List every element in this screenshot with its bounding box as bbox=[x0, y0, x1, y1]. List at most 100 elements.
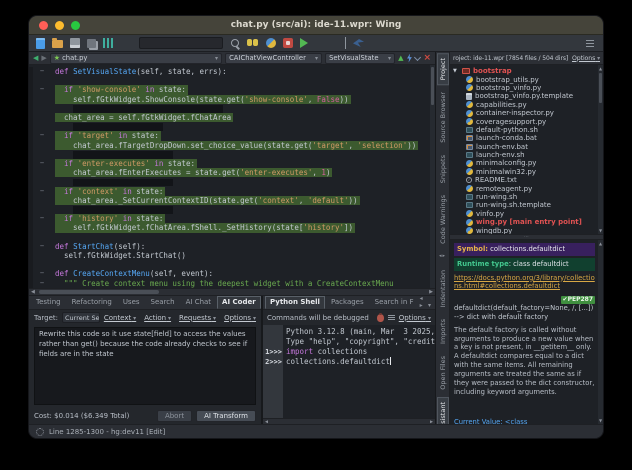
scrollbar-thumb[interactable] bbox=[599, 73, 602, 103]
tree-item[interactable]: coveragesupport.py bbox=[450, 117, 603, 125]
tab-ai-chat[interactable]: AI Chat bbox=[181, 296, 216, 309]
tab-refactoring[interactable]: Refactoring bbox=[67, 296, 117, 309]
vtab-indentation[interactable]: Indentation bbox=[437, 265, 449, 312]
scroll-right-icon[interactable]: ▶ bbox=[429, 289, 433, 295]
tree-vertical-scrollbar[interactable]: ▲ ▼ bbox=[598, 65, 603, 234]
scroll-right-icon[interactable]: ▶ bbox=[430, 417, 433, 425]
fold-marker-column[interactable]: − bbox=[29, 279, 55, 288]
tab-search[interactable]: Search bbox=[146, 296, 180, 309]
code-editor[interactable]: −def SetVisualState(self, state, errs):−… bbox=[29, 65, 435, 288]
tab-packages[interactable]: Packages bbox=[326, 296, 369, 309]
reject-changes-icon[interactable]: × bbox=[423, 54, 431, 63]
vtab-source-assistant[interactable]: Source Assistant bbox=[437, 397, 449, 424]
tree-item[interactable]: launch-env.sh bbox=[450, 151, 603, 159]
vtab-imports[interactable]: Imports bbox=[437, 314, 449, 349]
tree-item[interactable]: bootstrap_vinfo.py bbox=[450, 84, 603, 92]
fold-marker-column[interactable]: − bbox=[29, 159, 55, 168]
python-shell-console[interactable]: Python 3.12.8 (main, Mar 3 2025,Type "he… bbox=[263, 325, 435, 424]
vtab-open-files[interactable]: Open Files bbox=[437, 351, 449, 395]
back-icon[interactable]: ◀ bbox=[33, 55, 38, 62]
step-over-icon[interactable] bbox=[334, 37, 346, 49]
editor-horizontal-scrollbar[interactable]: ◀ ▶ bbox=[29, 288, 435, 295]
debug-run-icon[interactable] bbox=[315, 37, 327, 49]
tree-item[interactable]: bootstrap_vinfo.py.template bbox=[450, 92, 603, 100]
tree-item[interactable]: container-inspector.py bbox=[450, 109, 603, 117]
fold-marker-column[interactable]: − bbox=[29, 131, 55, 140]
fold-marker-column[interactable]: − bbox=[29, 269, 55, 278]
tab-ai-coder[interactable]: AI Coder bbox=[217, 296, 261, 309]
run-icon[interactable] bbox=[300, 38, 308, 48]
tree-item[interactable]: minimalconfig.py bbox=[450, 159, 603, 167]
debug-marker-icon[interactable] bbox=[406, 54, 412, 63]
tab-uses[interactable]: Uses bbox=[118, 296, 145, 309]
current-value-link[interactable]: Current Value: <class bbox=[454, 418, 527, 424]
bug-icon[interactable] bbox=[377, 314, 384, 322]
class-selector[interactable]: CAIChatViewController ▾ bbox=[225, 53, 322, 64]
open-file-selector[interactable]: ★ chat.py ▾ bbox=[50, 53, 222, 64]
title-bar[interactable]: chat.py (src/ai): ide-11.wpr: Wing bbox=[29, 16, 603, 35]
tab-testing[interactable]: Testing bbox=[31, 296, 66, 309]
scrollbar-thumb[interactable] bbox=[39, 290, 159, 294]
debug-stop-icon[interactable] bbox=[283, 38, 293, 48]
project-options-menu[interactable]: Options ▾ bbox=[572, 55, 600, 62]
tab-python-shell[interactable]: Python Shell bbox=[265, 296, 325, 309]
forward-icon[interactable]: ▶ bbox=[41, 55, 46, 62]
tree-item[interactable]: default-python.sh bbox=[450, 126, 603, 134]
chevron-down-icon[interactable] bbox=[414, 53, 421, 60]
tab-scroll-icons[interactable]: ◂ ▸ bbox=[420, 295, 425, 309]
fold-marker-column[interactable]: − bbox=[29, 214, 55, 223]
tree-item[interactable]: iREADME.txt bbox=[450, 176, 603, 184]
diff-icon[interactable] bbox=[103, 38, 113, 48]
tree-item[interactable]: wing.py [main entry point] bbox=[450, 218, 603, 226]
zoom-window-button[interactable] bbox=[71, 21, 80, 30]
ai-prompt-textarea[interactable]: Rewrite this code so it use state[field]… bbox=[34, 327, 256, 405]
assistant-vertical-scrollbar[interactable]: ▲ ▼ bbox=[598, 240, 603, 424]
save-copy-icon[interactable] bbox=[87, 39, 96, 48]
gear-icon[interactable] bbox=[36, 428, 44, 436]
shell-horizontal-scrollbar[interactable]: ◀ ▶ bbox=[263, 418, 435, 424]
menu-requests[interactable]: Requests ▾ bbox=[179, 314, 216, 322]
menu-action[interactable]: Action ▾ bbox=[144, 314, 171, 322]
menu-options[interactable]: Options ▾ bbox=[224, 314, 256, 322]
fold-marker-column[interactable]: − bbox=[29, 67, 55, 76]
tab-scroll-icons[interactable]: ◂▸ bbox=[439, 251, 446, 261]
tree-item[interactable]: launch-env.bat bbox=[450, 143, 603, 151]
tree-item[interactable]: ▼bootstrap bbox=[450, 67, 603, 75]
toolbar-search-input[interactable] bbox=[139, 37, 223, 49]
panel-menu-icon[interactable]: ▾ bbox=[426, 302, 433, 309]
tree-item[interactable]: launch-conda.bat bbox=[450, 134, 603, 142]
menu-context[interactable]: Context ▾ bbox=[104, 314, 136, 322]
search-icon[interactable] bbox=[230, 38, 240, 48]
tree-item[interactable]: remoteagent.py bbox=[450, 184, 603, 192]
editor-vertical-scrollbar[interactable] bbox=[430, 65, 435, 288]
shell-options-menu[interactable]: Options ▾ bbox=[399, 314, 431, 322]
expander-icon[interactable]: ▼ bbox=[453, 68, 460, 74]
new-file-icon[interactable] bbox=[36, 38, 45, 49]
tab-search-in-f[interactable]: Search in F bbox=[370, 296, 419, 309]
menu-icon[interactable] bbox=[584, 37, 596, 49]
tree-item[interactable]: vinfo.py bbox=[450, 210, 603, 218]
scroll-left-icon[interactable]: ◀ bbox=[31, 289, 35, 295]
close-window-button[interactable] bbox=[39, 21, 48, 30]
wing-logo-icon[interactable] bbox=[353, 39, 364, 47]
insert-lines-icon[interactable] bbox=[388, 315, 395, 320]
method-selector[interactable]: SetVisualState ▾ bbox=[325, 53, 395, 64]
minimize-window-button[interactable] bbox=[55, 21, 64, 30]
tree-item[interactable]: capabilities.py bbox=[450, 101, 603, 109]
save-icon[interactable] bbox=[70, 38, 80, 48]
scroll-up-icon[interactable]: ▲ bbox=[599, 241, 602, 246]
tree-item[interactable]: run-wing.sh bbox=[450, 193, 603, 201]
target-dropdown[interactable]: Current Se ▾ bbox=[62, 312, 100, 323]
scroll-down-icon[interactable]: ▼ bbox=[599, 228, 602, 233]
select-tool-icon[interactable] bbox=[120, 37, 132, 49]
scroll-left-icon[interactable]: ◀ bbox=[265, 417, 268, 425]
tree-item[interactable]: minimalwin32.py bbox=[450, 168, 603, 176]
tree-item[interactable]: wingdb.py bbox=[450, 226, 603, 234]
accept-changes-icon[interactable]: ▲ bbox=[398, 55, 403, 62]
tree-item[interactable]: run-wing.sh.template bbox=[450, 201, 603, 209]
fold-marker-column[interactable]: − bbox=[29, 187, 55, 196]
python-docs-link[interactable]: https://docs.python.org/3/library/collec… bbox=[454, 274, 595, 292]
scroll-down-icon[interactable]: ▼ bbox=[599, 418, 602, 423]
find-symbol-icon[interactable] bbox=[247, 37, 259, 49]
fold-marker-column[interactable]: − bbox=[29, 242, 55, 251]
